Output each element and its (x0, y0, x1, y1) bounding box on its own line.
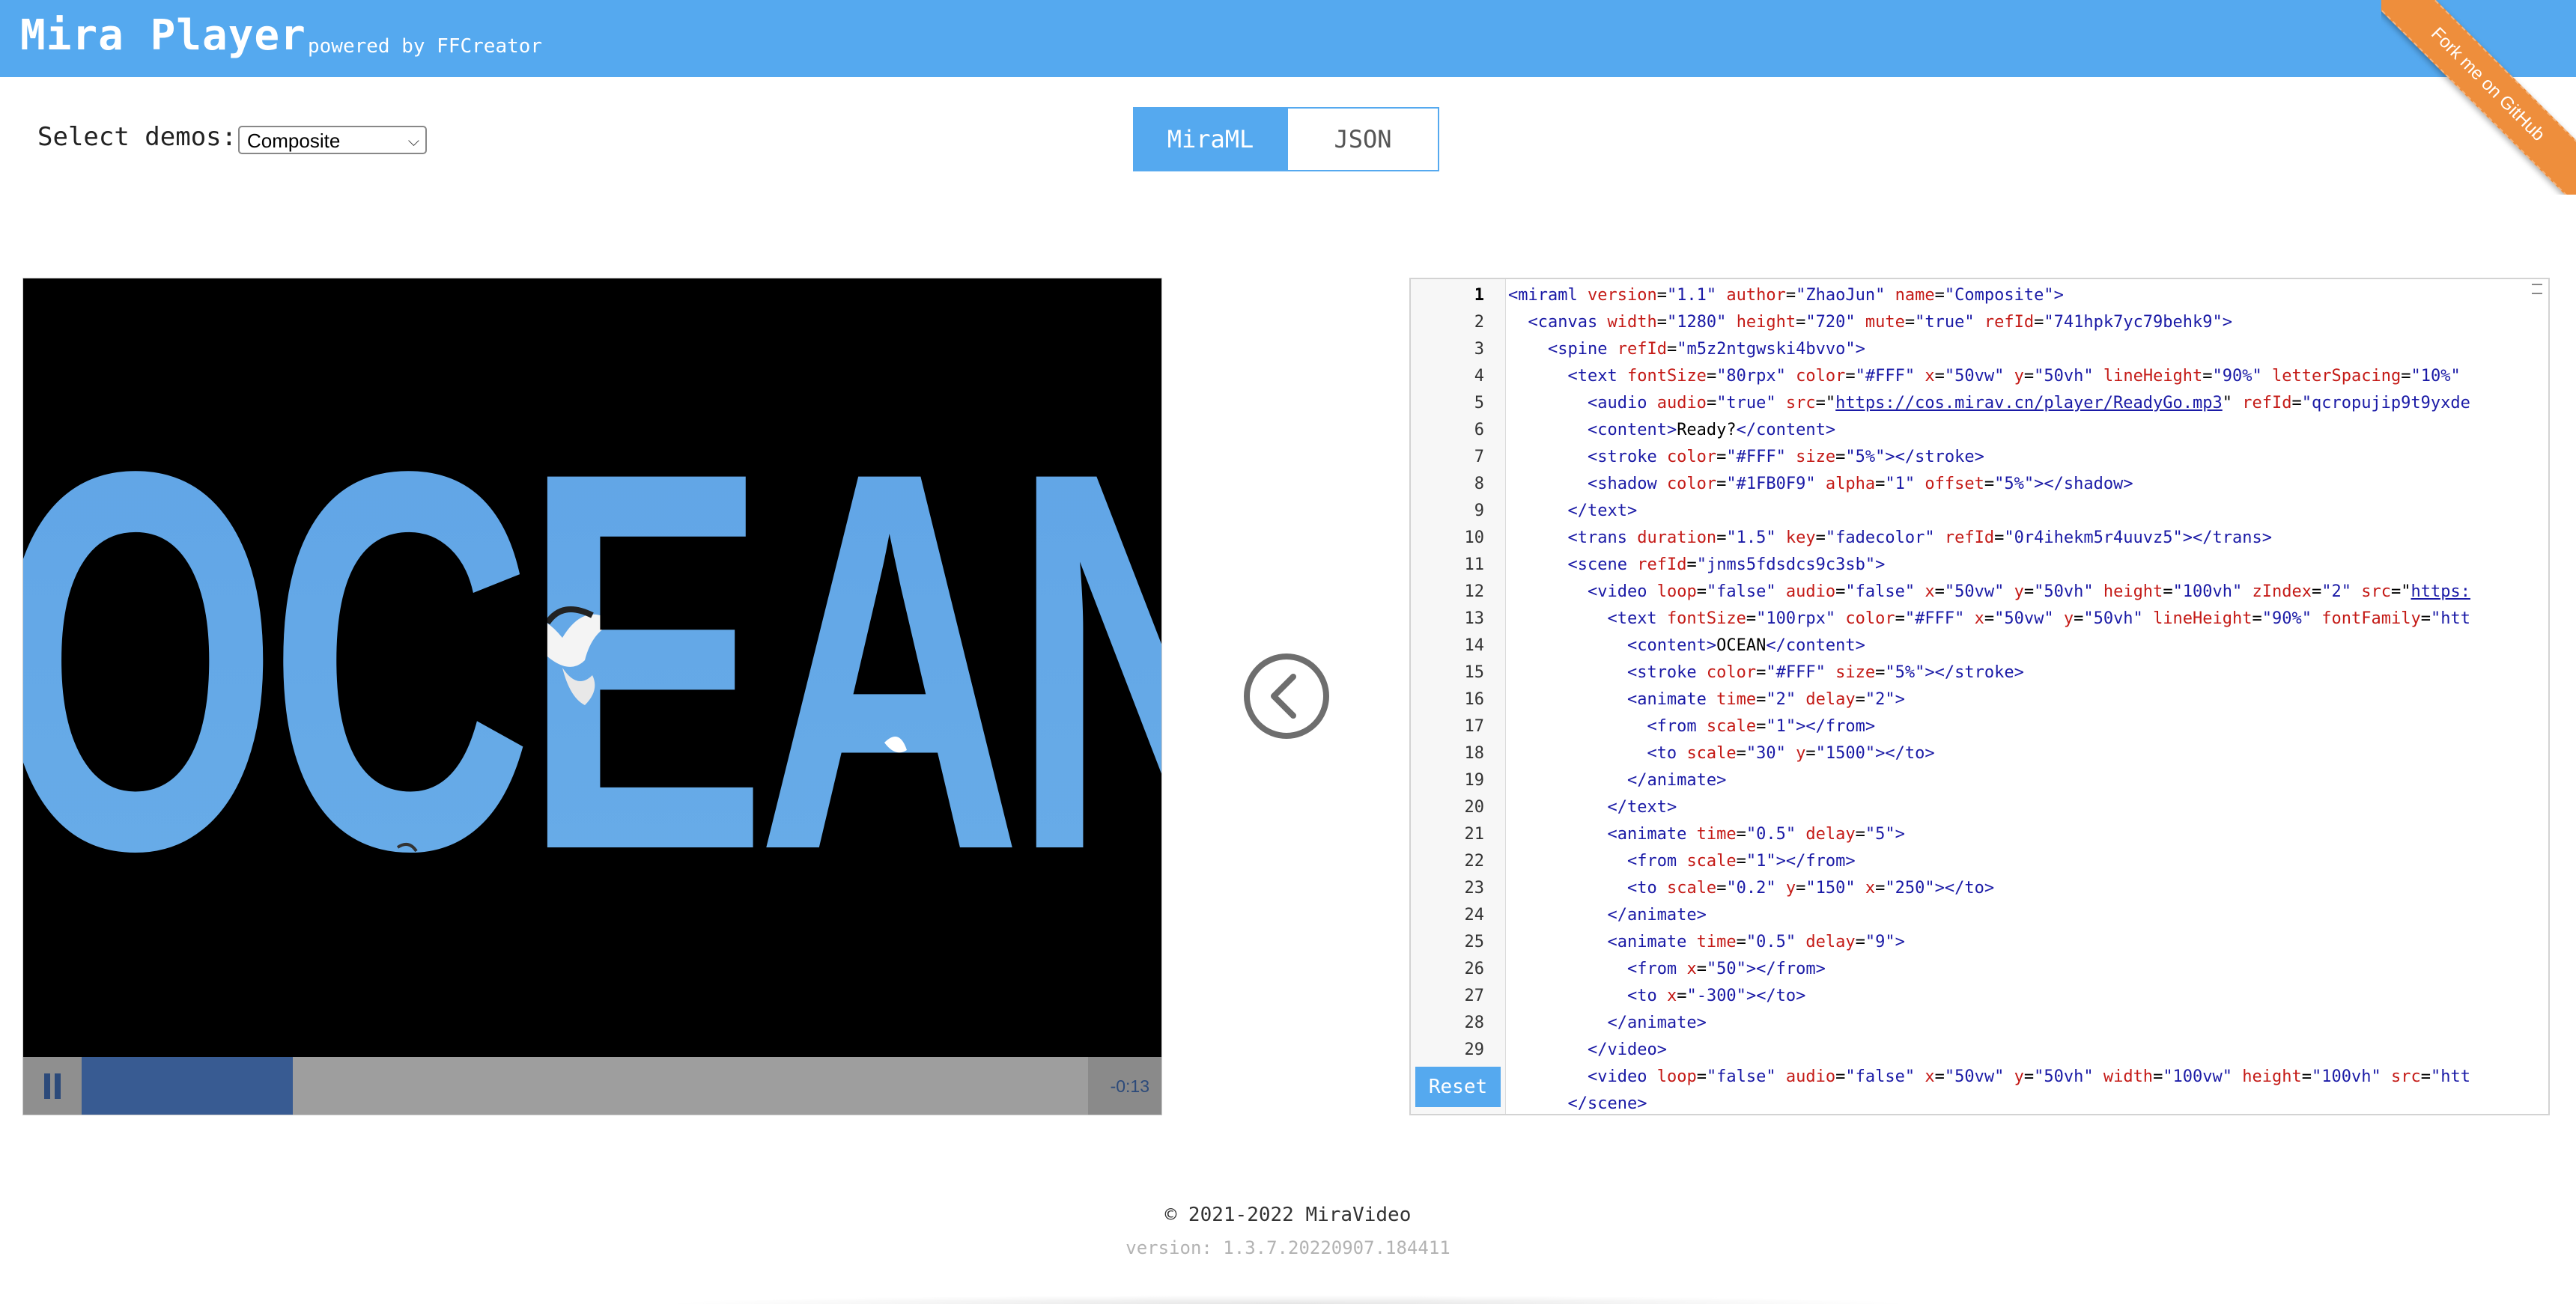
app-subtitle: powered by FFCreator (308, 35, 543, 58)
code-line[interactable]: <text fontSize="80rpx" color="#FFF" x="5… (1508, 363, 2470, 390)
code-line[interactable]: <animate time="0.5" delay="9"> (1508, 929, 1904, 956)
chevron-down-icon: ⌵ (407, 132, 419, 150)
ocean-text-overlay (23, 359, 1161, 962)
line-number: 15 (1464, 663, 1485, 682)
pause-icon (44, 1073, 50, 1099)
code-line[interactable]: </animate> (1508, 1010, 1706, 1037)
tab-json[interactable]: JSON (1287, 107, 1439, 171)
line-number: 6 (1474, 421, 1484, 439)
demos-select[interactable]: Composite ⌵ (238, 126, 427, 154)
code-line[interactable]: </text> (1508, 794, 1677, 821)
reset-button[interactable]: Reset (1415, 1067, 1501, 1107)
line-number: 29 (1464, 1041, 1485, 1059)
line-number: 3 (1474, 340, 1484, 359)
line-number: 8 (1474, 475, 1484, 493)
github-ribbon-link[interactable]: Fork me on GitHub (2381, 0, 2576, 195)
time-remaining: -0:13 (1110, 1076, 1149, 1096)
copyright-text: © 2021-2022 MiraVideo (1164, 1204, 1412, 1226)
line-number: 9 (1474, 502, 1484, 520)
code-editor[interactable]: 3029282726252423222120191817161514131211… (1409, 278, 2550, 1115)
code-line[interactable]: <scene refId="jnms5fdsdcs9c3sb"> (1508, 552, 1885, 579)
video-frame: OCEAN (23, 278, 1161, 1057)
pause-button[interactable] (23, 1057, 82, 1115)
chevron-left-icon[interactable] (1242, 652, 1331, 740)
line-number: 10 (1464, 528, 1485, 547)
line-number: 19 (1464, 771, 1485, 790)
code-line[interactable]: </animate> (1508, 767, 1726, 794)
code-line[interactable]: <miraml version="1.1" author="ZhaoJun" n… (1508, 282, 2064, 309)
code-line[interactable]: <video loop="false" audio="false" x="50v… (1508, 579, 2470, 606)
video-player[interactable]: OCEAN -0:13 (22, 278, 1162, 1115)
line-number: 23 (1464, 879, 1485, 898)
line-number: 12 (1464, 582, 1485, 601)
code-line[interactable]: <to x="-300"></to> (1508, 983, 1805, 1010)
time-display-box: -0:13 (1088, 1057, 1161, 1115)
line-number: 2 (1474, 313, 1484, 332)
line-number: 24 (1464, 906, 1485, 924)
tab-miraml[interactable]: MiraML (1133, 107, 1288, 171)
line-number: 4 (1474, 367, 1484, 386)
line-number: 14 (1464, 636, 1485, 655)
demos-select-value: Composite (247, 130, 341, 152)
code-line[interactable]: <to scale="30" y="1500"></to> (1508, 740, 1934, 767)
header-bar: Mira Player powered by FFCreator (0, 0, 2576, 77)
line-number: 20 (1464, 798, 1485, 817)
code-line[interactable]: <stroke color="#FFF" size="5%"></stroke> (1508, 659, 2024, 686)
github-ribbon-container: Fork me on GitHub (2381, 0, 2576, 195)
line-number-gutter: 3029282726252423222120191817161514131211… (1411, 279, 1506, 1114)
line-number: 13 (1464, 609, 1485, 628)
code-line[interactable]: <spine refId="m5z2ntgwski4bvvo"> (1508, 336, 1865, 363)
pause-icon-bar (55, 1073, 61, 1099)
select-demos-label: Select demos: (37, 122, 237, 152)
code-line[interactable]: <text fontSize="100rpx" color="#FFF" x="… (1508, 606, 2470, 633)
code-line[interactable]: <content>OCEAN</content> (1508, 633, 1865, 659)
code-line[interactable]: <from x="50"></from> (1508, 956, 1826, 983)
footer-shadow (659, 1295, 1917, 1304)
line-number: 17 (1464, 717, 1485, 736)
line-number: 28 (1464, 1014, 1485, 1032)
line-number: 7 (1474, 448, 1484, 466)
code-line[interactable]: <trans duration="1.5" key="fadecolor" re… (1508, 525, 2272, 552)
app-title: Mira Player (20, 11, 306, 60)
editor-scroll-handle[interactable] (2532, 284, 2542, 294)
progress-bar-fill[interactable] (82, 1057, 293, 1115)
line-number: 16 (1464, 690, 1485, 709)
code-line[interactable]: </text> (1508, 498, 1637, 525)
line-number: 25 (1464, 933, 1485, 951)
line-number: 21 (1464, 825, 1485, 844)
code-line[interactable]: <canvas width="1280" height="720" mute="… (1508, 309, 2233, 336)
app-root: Mira Player powered by FFCreator Fork me… (0, 0, 2576, 1304)
code-line[interactable]: <from scale="1"></from> (1508, 713, 1875, 740)
line-number: 26 (1464, 960, 1485, 978)
line-number: 5 (1474, 394, 1484, 412)
code-line[interactable]: <to scale="0.2" y="150" x="250"></to> (1508, 875, 1994, 902)
code-line[interactable]: <content>Ready?</content> (1508, 417, 1835, 444)
code-line[interactable]: </video> (1508, 1037, 1667, 1064)
player-controls: -0:13 (23, 1057, 1161, 1115)
line-number: 18 (1464, 744, 1485, 763)
line-number: 27 (1464, 987, 1485, 1005)
line-number: 1 (1474, 286, 1484, 305)
format-tabs: MiraML JSON (1133, 107, 1439, 171)
code-line[interactable]: <from scale="1"></from> (1508, 848, 1856, 875)
line-number: 22 (1464, 852, 1485, 871)
code-line[interactable]: <audio audio="true" src="https://cos.mir… (1508, 390, 2470, 417)
code-line[interactable]: <stroke color="#FFF" size="5%"></stroke> (1508, 444, 1984, 471)
code-line[interactable]: </scene> (1508, 1091, 1647, 1114)
line-number: 11 (1464, 555, 1485, 574)
code-area[interactable]: <miraml version="1.1" author="ZhaoJun" n… (1507, 279, 2548, 1114)
version-text: version: 1.3.7.20220907.184411 (1126, 1237, 1450, 1258)
code-line[interactable]: <animate time="2" delay="2"> (1508, 686, 1905, 713)
code-line[interactable]: <animate time="0.5" delay="5"> (1508, 821, 1904, 848)
code-line[interactable]: <video loop="false" audio="false" x="50v… (1508, 1064, 2470, 1091)
code-line[interactable]: <shadow color="#1FB0F9" alpha="1" offset… (1508, 471, 2133, 498)
code-line[interactable]: </animate> (1508, 902, 1706, 929)
